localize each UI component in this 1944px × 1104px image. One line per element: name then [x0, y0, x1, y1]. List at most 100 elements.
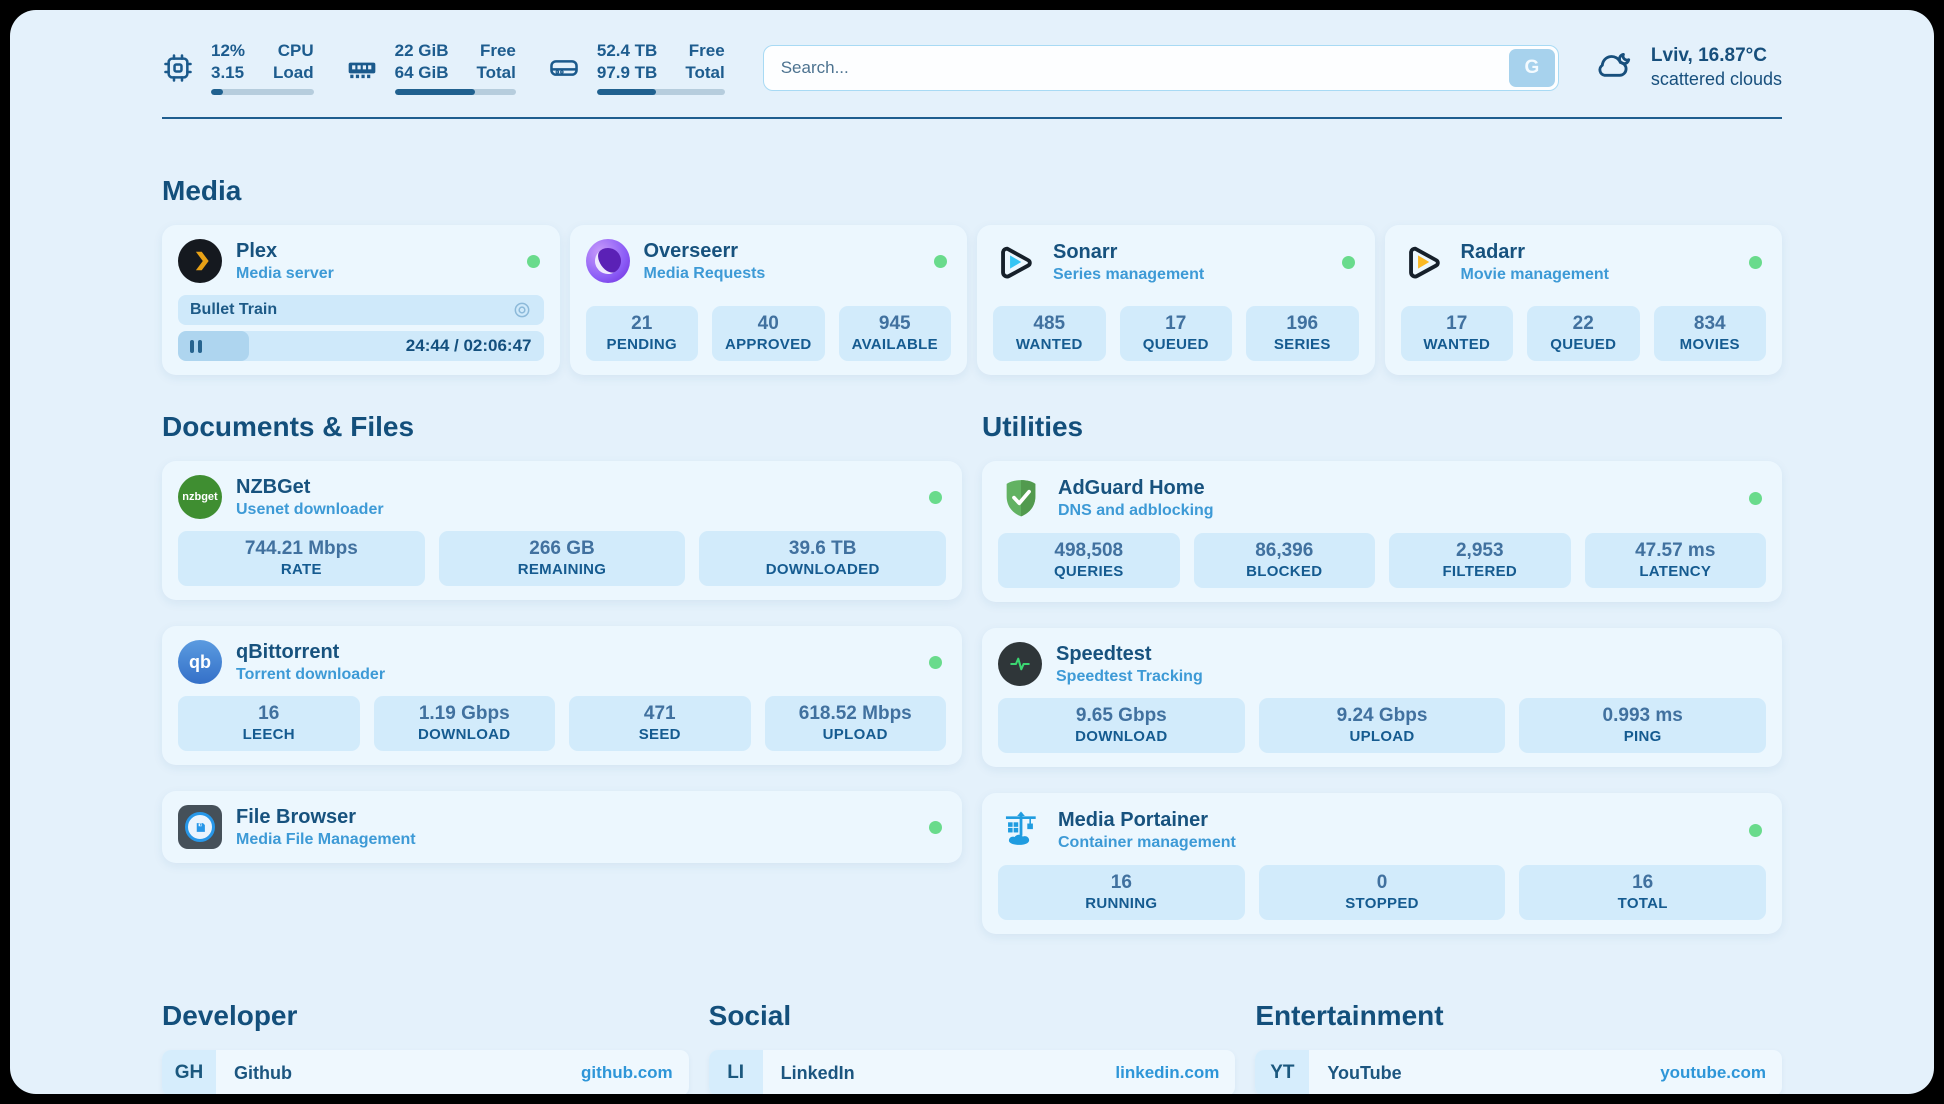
bookmark-github[interactable]: GH Github github.com — [162, 1050, 689, 1094]
stat-download: 1.19 Gbps DOWNLOAD — [374, 696, 556, 751]
section-media: Media Plex Media server Bullet Train — [162, 175, 1782, 375]
cpu-icon — [162, 40, 198, 95]
app-card-radarr[interactable]: Radarr Movie management 17 WANTED 22 QUE… — [1385, 225, 1783, 375]
app-card-overseerr[interactable]: Overseerr Media Requests 21 PENDING 40 A… — [570, 225, 968, 375]
portainer-icon — [998, 807, 1044, 853]
stat-wanted: 17 WANTED — [1401, 306, 1514, 361]
bookmark-abbr: LI — [709, 1050, 763, 1094]
status-online-dot — [527, 255, 540, 268]
section-developer: Developer GH Github github.com SO StackO… — [162, 1000, 689, 1094]
stat-seed: 471 SEED — [569, 696, 751, 751]
nzbget-icon: nzbget — [178, 475, 222, 519]
stat-wanted: 485 WANTED — [993, 306, 1106, 361]
app-description: Media File Management — [236, 831, 416, 849]
section-documents: Documents & Files nzbget NZBGet Usenet d… — [162, 411, 962, 934]
stat-filtered: 2,953 FILTERED — [1389, 533, 1571, 588]
app-name: Media Portainer — [1058, 809, 1236, 832]
stat-upload: 618.52 Mbps UPLOAD — [765, 696, 947, 751]
stat-blocked: 86,396 BLOCKED — [1194, 533, 1376, 588]
playback-progressbar: 24:44 / 02:06:47 — [178, 331, 544, 361]
adguard-icon — [998, 475, 1044, 521]
disk-progressbar — [597, 89, 725, 95]
app-description: Media server — [236, 265, 334, 283]
status-online-dot — [1749, 256, 1762, 269]
stat-download: 9.65 Gbps DOWNLOAD — [998, 698, 1245, 753]
app-card-qbittorrent[interactable]: qb qBittorrent Torrent downloader 16 LEE… — [162, 626, 962, 765]
section-title-media: Media — [162, 175, 1782, 207]
search-provider-button[interactable]: G — [1509, 49, 1555, 87]
app-card-sonarr[interactable]: Sonarr Series management 485 WANTED 17 Q… — [977, 225, 1375, 375]
now-playing-row: Bullet Train — [178, 295, 544, 325]
session-settings-icon[interactable] — [512, 300, 532, 320]
stat-downloaded: 39.6 TB DOWNLOADED — [699, 531, 946, 586]
playback-time: 24:44 / 02:06:47 — [406, 336, 532, 356]
weather-location-temp: Lviv, 16.87°C — [1651, 45, 1782, 67]
stat-queries: 498,508 QUERIES — [998, 533, 1180, 588]
stat-movies: 834 MOVIES — [1654, 306, 1767, 361]
section-entertainment: Entertainment YT YouTube youtube.com NF … — [1255, 1000, 1782, 1094]
stat-series: 196 SERIES — [1246, 306, 1359, 361]
bookmark-url[interactable]: github.com — [581, 1050, 689, 1094]
status-online-dot — [929, 656, 942, 669]
app-name: File Browser — [236, 806, 416, 829]
bookmark-name: YouTube — [1309, 1050, 1401, 1094]
bookmark-url[interactable]: youtube.com — [1660, 1050, 1782, 1094]
ram-progressbar — [395, 89, 516, 95]
bookmark-abbr: YT — [1255, 1050, 1309, 1094]
cloud-icon — [1593, 47, 1637, 88]
bookmark-linkedin[interactable]: LI LinkedIn linkedin.com — [709, 1050, 1236, 1094]
bookmark-youtube[interactable]: YT YouTube youtube.com — [1255, 1050, 1782, 1094]
section-utilities: Utilities AdGuard Home DNS and adblockin… — [982, 411, 1782, 934]
bookmark-name: LinkedIn — [763, 1050, 855, 1094]
app-description: Torrent downloader — [236, 666, 385, 684]
app-card-plex[interactable]: Plex Media server Bullet Train — [162, 225, 560, 375]
status-online-dot — [1342, 256, 1355, 269]
bookmark-name: Github — [216, 1050, 292, 1094]
app-card-portainer[interactable]: Media Portainer Container management 16 … — [982, 793, 1782, 934]
app-description: Speedtest Tracking — [1056, 668, 1203, 686]
bookmark-url[interactable]: linkedin.com — [1115, 1050, 1235, 1094]
section-title-social: Social — [709, 1000, 1236, 1032]
status-online-dot — [1749, 492, 1762, 505]
ram-values: 22 GiB 64 GiB — [395, 40, 449, 84]
stat-available: 945 AVAILABLE — [839, 306, 952, 361]
section-social: Social LI LinkedIn linkedin.com TW Twitt… — [709, 1000, 1236, 1094]
section-title-utilities: Utilities — [982, 411, 1782, 443]
app-card-filebrowser[interactable]: File Browser Media File Management — [162, 791, 962, 863]
plex-icon — [178, 239, 222, 283]
app-name: AdGuard Home — [1058, 477, 1214, 500]
weather-condition: scattered clouds — [1651, 69, 1782, 90]
stat-approved: 40 APPROVED — [712, 306, 825, 361]
section-title-documents: Documents & Files — [162, 411, 962, 443]
stat-latency: 47.57 ms LATENCY — [1585, 533, 1767, 588]
stat-running: 16 RUNNING — [998, 865, 1245, 920]
top-bar: 12% 3.15 CPU Load — [162, 40, 1782, 95]
overseerr-icon — [586, 239, 630, 283]
disk-values: 52.4 TB 97.9 TB — [597, 40, 657, 84]
stat-queued: 17 QUEUED — [1120, 306, 1233, 361]
app-description: Series management — [1053, 266, 1204, 284]
status-online-dot — [1749, 824, 1762, 837]
app-card-nzbget[interactable]: nzbget NZBGet Usenet downloader 744.21 M… — [162, 461, 962, 600]
stat-queued: 22 QUEUED — [1527, 306, 1640, 361]
stat-leech: 16 LEECH — [178, 696, 360, 751]
disk-icon — [548, 40, 584, 95]
sonarr-icon — [993, 239, 1039, 285]
app-name: Plex — [236, 240, 334, 263]
qbittorrent-icon: qb — [178, 640, 222, 684]
app-card-adguard[interactable]: AdGuard Home DNS and adblocking 498,508 … — [982, 461, 1782, 602]
ram-icon — [346, 40, 382, 95]
disk-labels: Free Total — [685, 40, 724, 84]
app-card-speedtest[interactable]: Speedtest Speedtest Tracking 9.65 Gbps D… — [982, 628, 1782, 767]
stat-ping: 0.993 ms PING — [1519, 698, 1766, 753]
stat-remaining: 266 GB REMAINING — [439, 531, 686, 586]
disk-widget: 52.4 TB 97.9 TB Free Total — [548, 40, 725, 95]
stat-stopped: 0 STOPPED — [1259, 865, 1506, 920]
app-description: DNS and adblocking — [1058, 502, 1214, 520]
dashboard-panel: 12% 3.15 CPU Load — [10, 10, 1934, 1094]
search-input[interactable] — [767, 58, 1509, 78]
app-description: Media Requests — [644, 265, 766, 283]
app-name: Sonarr — [1053, 241, 1204, 264]
app-name: qBittorrent — [236, 641, 385, 664]
cpu-progressbar — [211, 89, 314, 95]
